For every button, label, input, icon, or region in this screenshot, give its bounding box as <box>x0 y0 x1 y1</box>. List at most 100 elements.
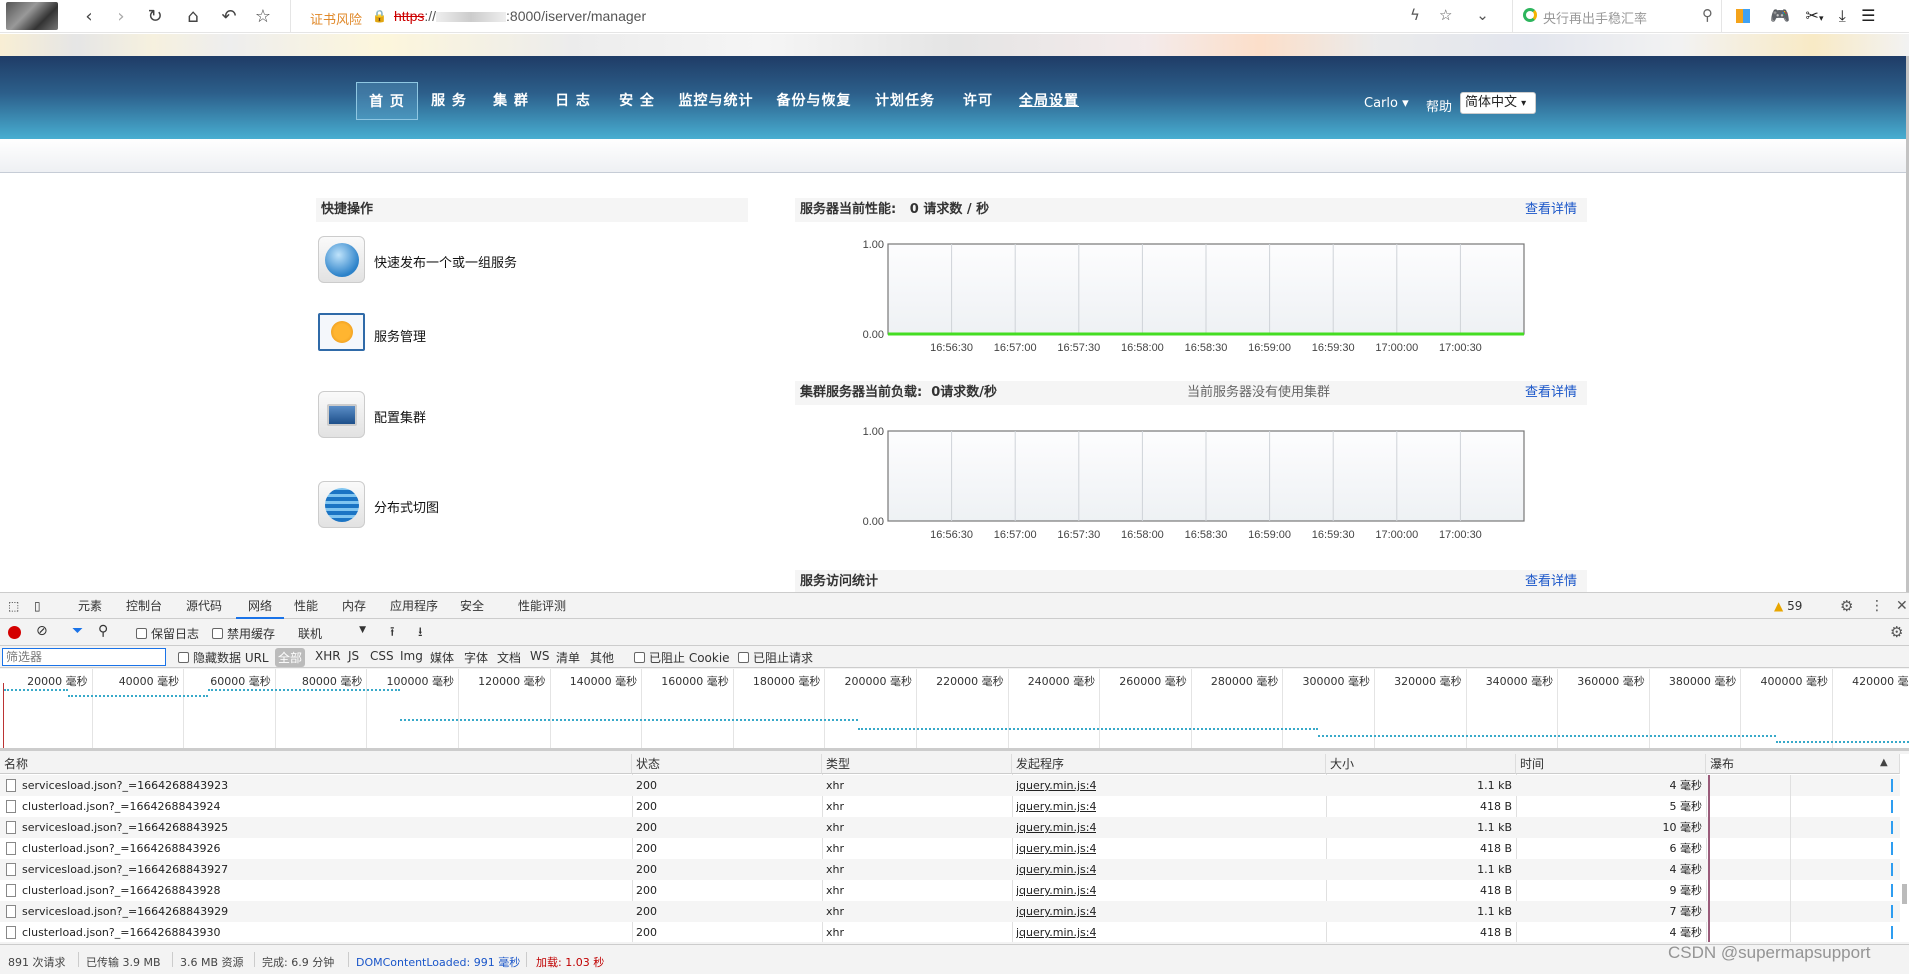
filter-type-manifest[interactable]: 清单 <box>556 649 580 666</box>
cluster-details-link[interactable]: 查看详情 <box>1525 381 1577 405</box>
reload-icon[interactable]: ↻ <box>144 6 166 28</box>
perf-details-link[interactable]: 查看详情 <box>1525 198 1577 222</box>
forward-icon[interactable]: › <box>110 6 132 28</box>
search-icon[interactable]: ⚲ <box>1702 6 1713 24</box>
column-header-name[interactable]: 名称 <box>0 754 632 774</box>
request-initiator-link[interactable]: jquery.min.js:4 <box>1016 901 1096 922</box>
record-icon[interactable] <box>8 626 21 639</box>
inspect-element-icon[interactable]: ⬚ <box>8 593 19 619</box>
request-initiator-link[interactable]: jquery.min.js:4 <box>1016 775 1096 796</box>
more-options-icon[interactable]: ⋮ <box>1870 593 1884 619</box>
download-icon[interactable]: ⤓ <box>1839 6 1846 25</box>
browser-search[interactable]: 央行再出手稳汇率 ⚲ <box>1512 0 1722 33</box>
request-name[interactable]: servicesload.json?_=1664268843927 <box>0 859 630 880</box>
table-row[interactable]: servicesload.json?_=1664268843929 200 xhr j… <box>0 901 1900 922</box>
nav-cluster[interactable]: 集 群 <box>486 82 536 120</box>
table-row[interactable]: clusterload.json?_=1664268843930 200 xhr jq… <box>0 922 1900 943</box>
insecure-lock-icon[interactable]: 🔒 <box>372 9 387 23</box>
table-row[interactable]: servicesload.json?_=1664268843927 200 xhr j… <box>0 859 1900 880</box>
profile-avatar[interactable] <box>6 2 58 30</box>
filter-type-ws[interactable]: WS <box>530 649 549 663</box>
tab-lighthouse[interactable]: 性能评测 <box>518 593 566 619</box>
tab-sources[interactable]: 源代码 <box>186 593 222 619</box>
tab-network[interactable]: 网络 <box>236 593 284 619</box>
language-select[interactable]: 简体中文 ▾ <box>1460 92 1536 114</box>
nav-monitoring[interactable]: 监控与统计 <box>676 82 756 120</box>
disable-cache-checkbox[interactable]: 禁用缓存 <box>212 625 275 642</box>
request-name[interactable]: clusterload.json?_=1664268843926 <box>0 838 630 859</box>
nav-services[interactable]: 服 务 <box>424 82 474 120</box>
request-initiator-link[interactable]: jquery.min.js:4 <box>1016 817 1096 838</box>
request-name[interactable]: servicesload.json?_=1664268843923 <box>0 775 630 796</box>
device-toggle-icon[interactable]: ▯ <box>34 593 41 619</box>
filter-input[interactable]: 筛选器 <box>2 648 166 666</box>
table-row[interactable]: servicesload.json?_=1664268843923 200 xhr j… <box>0 775 1900 796</box>
request-initiator-link[interactable]: jquery.min.js:4 <box>1016 922 1096 943</box>
game-icon[interactable]: 🎮 <box>1770 6 1790 25</box>
filter-icon[interactable]: ⏷ <box>72 623 83 639</box>
column-header-waterfall[interactable]: 瀑布 <box>1706 754 1900 774</box>
column-header-status[interactable]: 状态 <box>632 754 822 774</box>
tab-application[interactable]: 应用程序 <box>390 593 438 619</box>
tab-elements[interactable]: 元素 <box>78 593 102 619</box>
table-row[interactable]: clusterload.json?_=1664268843926 200 xhr jq… <box>0 838 1900 859</box>
filter-type-img[interactable]: Img <box>400 649 423 663</box>
table-row[interactable]: clusterload.json?_=1664268843928 200 xhr jq… <box>0 880 1900 901</box>
request-name[interactable]: clusterload.json?_=1664268843930 <box>0 922 630 943</box>
request-initiator-link[interactable]: jquery.min.js:4 <box>1016 796 1096 817</box>
tab-security[interactable]: 安全 <box>460 593 484 619</box>
table-row[interactable]: clusterload.json?_=1664268843924 200 xhr jq… <box>0 796 1900 817</box>
settings-gear-icon[interactable]: ⚙ <box>1840 593 1853 619</box>
favorite-star-icon[interactable]: ☆ <box>1439 6 1452 24</box>
request-name[interactable]: clusterload.json?_=1664268843928 <box>0 880 630 901</box>
table-row[interactable]: servicesload.json?_=1664268843925 200 xhr j… <box>0 817 1900 838</box>
nav-logs[interactable]: 日 志 <box>548 82 598 120</box>
tab-console[interactable]: 控制台 <box>126 593 162 619</box>
nav-security[interactable]: 安 全 <box>612 82 662 120</box>
nav-scheduled-tasks[interactable]: 计划任务 <box>872 82 938 120</box>
tab-memory[interactable]: 内存 <box>342 593 366 619</box>
filter-type-all[interactable]: 全部 <box>275 648 306 667</box>
blocked-cookies-checkbox[interactable]: 已阻止 Cookie <box>634 649 730 666</box>
undo-icon[interactable]: ↶ <box>218 6 240 28</box>
nav-home[interactable]: 首 页 <box>356 82 418 120</box>
apps-icon[interactable] <box>1736 9 1750 23</box>
column-header-initiator[interactable]: 发起程序 <box>1012 754 1326 774</box>
search-icon[interactable]: ⚲ <box>98 623 108 639</box>
filter-type-css[interactable]: CSS <box>370 649 394 663</box>
filter-type-font[interactable]: 字体 <box>464 649 488 666</box>
request-initiator-link[interactable]: jquery.min.js:4 <box>1016 838 1096 859</box>
back-icon[interactable]: ‹ <box>78 6 100 28</box>
preserve-log-checkbox[interactable]: 保留日志 <box>136 625 199 642</box>
sort-ascending-icon[interactable]: ▲ <box>1880 757 1888 768</box>
nav-backup[interactable]: 备份与恢复 <box>774 82 854 120</box>
user-menu[interactable]: Carlo ▾ <box>1364 96 1409 111</box>
table-scrollbar-thumb[interactable] <box>1902 884 1907 904</box>
request-name[interactable]: servicesload.json?_=1664268843925 <box>0 817 630 838</box>
blocked-requests-checkbox[interactable]: 已阻止请求 <box>738 649 813 666</box>
url-text[interactable]: https://:8000/iserver/manager <box>394 8 646 24</box>
network-overview-timeline[interactable]: 20000 毫秒 40000 毫秒 60000 毫秒 80000 毫秒 100000 毫… <box>0 669 1909 751</box>
export-har-icon[interactable]: ⭳ <box>418 623 423 645</box>
clear-icon[interactable]: ⊘ <box>36 623 48 639</box>
cert-warning[interactable]: 证书风险 <box>310 9 362 28</box>
nav-global-settings[interactable]: 全局设置 <box>1016 82 1082 120</box>
hide-data-urls-checkbox[interactable]: 隐藏数据 URL <box>178 649 269 666</box>
filter-type-doc[interactable]: 文档 <box>497 649 521 666</box>
filter-type-js[interactable]: JS <box>348 649 359 663</box>
home-icon[interactable]: ⌂ <box>182 6 204 28</box>
filter-type-media[interactable]: 媒体 <box>430 649 454 666</box>
nav-license[interactable]: 许可 <box>960 82 996 120</box>
bookmark-star-icon[interactable]: ☆ <box>252 6 274 28</box>
column-header-time[interactable]: 时间 <box>1516 754 1706 774</box>
chevron-down-icon[interactable]: ⌄ <box>1476 6 1489 24</box>
request-initiator-link[interactable]: jquery.min.js:4 <box>1016 880 1096 901</box>
request-initiator-link[interactable]: jquery.min.js:4 <box>1016 859 1096 880</box>
column-header-size[interactable]: 大小 <box>1326 754 1516 774</box>
throttle-select[interactable]: 联机 ▼ <box>298 625 366 642</box>
scissors-icon[interactable]: ✂ <box>1806 6 1819 25</box>
import-har-icon[interactable]: ⭱ <box>390 623 395 645</box>
lightning-icon[interactable]: ϟ <box>1410 6 1420 24</box>
filter-type-xhr[interactable]: XHR <box>315 649 341 663</box>
request-name[interactable]: clusterload.json?_=1664268843924 <box>0 796 630 817</box>
